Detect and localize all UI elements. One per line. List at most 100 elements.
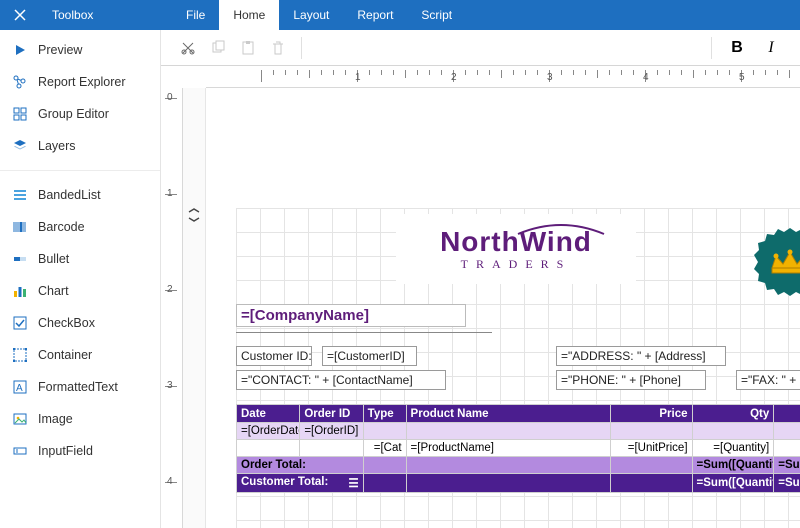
- tool-chart[interactable]: Chart: [0, 275, 160, 307]
- address-field[interactable]: ="ADDRESS: " + [Address]: [556, 346, 726, 366]
- cell[interactable]: [406, 474, 610, 493]
- logo[interactable]: NorthWind TRADERS: [396, 214, 636, 284]
- titlebar: Toolbox File Home Layout Report Script: [0, 0, 800, 30]
- tool-inputfield[interactable]: InputField: [0, 435, 160, 467]
- cell[interactable]: =[ProductName]: [406, 440, 610, 457]
- band-gutter: [183, 88, 206, 528]
- col-date[interactable]: Date: [237, 405, 300, 423]
- copy-button[interactable]: [209, 39, 227, 57]
- tool-barcode[interactable]: Barcode: [0, 211, 160, 243]
- sidebar-item-label: Image: [38, 412, 73, 426]
- sidebar-item-label: Bullet: [38, 252, 69, 266]
- col-type[interactable]: Type: [363, 405, 406, 423]
- sidebar-item-report-explorer[interactable]: Report Explorer: [0, 66, 160, 98]
- close-button[interactable]: [0, 0, 40, 30]
- cell[interactable]: [237, 440, 300, 457]
- tool-checkbox[interactable]: CheckBox: [0, 307, 160, 339]
- menu-home[interactable]: Home: [219, 0, 279, 30]
- cell[interactable]: =[Quantity]: [692, 440, 774, 457]
- company-name-field[interactable]: =[CompanyName]: [236, 304, 466, 327]
- cell[interactable]: =[Cat: [363, 440, 406, 457]
- logo-text: NorthWind: [440, 226, 592, 259]
- seal-badge[interactable]: [754, 226, 800, 298]
- paste-button[interactable]: [239, 39, 257, 57]
- cell[interactable]: Customer Total: ☰: [237, 474, 364, 493]
- cell[interactable]: =Sum([Total]): [774, 457, 800, 474]
- cell[interactable]: [363, 457, 406, 474]
- cell[interactable]: [363, 423, 406, 440]
- ruler-vertical[interactable]: 01234: [161, 88, 183, 528]
- customer-id-label[interactable]: Customer ID:: [236, 346, 312, 366]
- tool-bullet[interactable]: Bullet: [0, 243, 160, 275]
- cell[interactable]: [774, 423, 800, 440]
- cell[interactable]: [692, 423, 774, 440]
- sidebar-item-label: Chart: [38, 284, 69, 298]
- cell[interactable]: =[OrderDate]: [237, 423, 300, 440]
- tool-image[interactable]: Image: [0, 403, 160, 435]
- cell[interactable]: Order Total:: [237, 457, 364, 474]
- sidebar-item-label: Preview: [38, 43, 82, 57]
- detail-row[interactable]: =[Cat =[ProductName] =[UnitPrice] =[Quan…: [237, 440, 800, 457]
- title-text: Toolbox: [52, 8, 172, 22]
- col-price[interactable]: Price: [610, 405, 692, 423]
- svg-text:A: A: [16, 383, 23, 394]
- ruler-horizontal[interactable]: 12345: [206, 66, 800, 88]
- sidebar-divider: [0, 170, 160, 171]
- customer-total-label: Customer Total:: [241, 476, 328, 488]
- col-product[interactable]: Product Name: [406, 405, 610, 423]
- band-handle[interactable]: [186, 208, 202, 222]
- cell[interactable]: [406, 457, 610, 474]
- sidebar-item-group-editor[interactable]: Group Editor: [0, 98, 160, 130]
- checkbox-icon: [12, 315, 28, 331]
- italic-button[interactable]: I: [760, 39, 782, 57]
- col-orderid[interactable]: Order ID: [300, 405, 363, 423]
- chart-icon: [12, 283, 28, 299]
- bold-button[interactable]: B: [726, 39, 748, 57]
- detail-table[interactable]: Date Order ID Type Product Name Price Qt…: [236, 404, 800, 493]
- logo-subtext: TRADERS: [461, 257, 572, 272]
- customer-total-row[interactable]: Customer Total: ☰ =Sum([Quantity]) =Sum(…: [237, 474, 800, 493]
- cell[interactable]: [363, 474, 406, 493]
- order-total-row[interactable]: Order Total: =Sum([Quantity]) =Sum([Tota…: [237, 457, 800, 474]
- cell[interactable]: [300, 440, 363, 457]
- menu-report[interactable]: Report: [343, 0, 407, 30]
- design-canvas[interactable]: NorthWind TRADERS: [206, 88, 800, 528]
- menu-bar: File Home Layout Report Script: [172, 0, 466, 30]
- cell[interactable]: [610, 423, 692, 440]
- menu-file[interactable]: File: [172, 0, 219, 30]
- sidebar-item-label: Layers: [38, 139, 76, 153]
- cut-button[interactable]: [179, 39, 197, 57]
- phone-field[interactable]: ="PHONE: " + [Phone]: [556, 370, 706, 390]
- sidebar-item-layers[interactable]: Layers: [0, 130, 160, 162]
- fax-field[interactable]: ="FAX: " + [Fax]: [736, 370, 800, 390]
- cell[interactable]: [610, 457, 692, 474]
- contact-field[interactable]: ="CONTACT: " + [ContactName]: [236, 370, 446, 390]
- underline: [236, 332, 492, 333]
- col-qty[interactable]: Qty: [692, 405, 774, 423]
- cell[interactable]: =Sum([Quantity]): [692, 474, 774, 493]
- group-icon: [12, 106, 28, 122]
- tool-formattedtext[interactable]: A FormattedText: [0, 371, 160, 403]
- cell[interactable]: =[UnitPrice]: [610, 440, 692, 457]
- cell[interactable]: =[Total]: [774, 440, 800, 457]
- col-total[interactable]: Total: [774, 405, 800, 423]
- formattedtext-icon: A: [12, 379, 28, 395]
- menu-layout[interactable]: Layout: [279, 0, 343, 30]
- tool-bandedlist[interactable]: BandedList: [0, 179, 160, 211]
- cell[interactable]: [610, 474, 692, 493]
- sidebar-item-preview[interactable]: Preview: [0, 34, 160, 66]
- close-icon: [14, 9, 26, 21]
- cell[interactable]: =Sum([Total]): [774, 474, 800, 493]
- tool-container[interactable]: Container: [0, 339, 160, 371]
- group-header-row[interactable]: =[OrderDate] =[OrderID]: [237, 423, 800, 440]
- table-header-row[interactable]: Date Order ID Type Product Name Price Qt…: [237, 405, 800, 423]
- cell[interactable]: =Sum([Quantity]): [692, 457, 774, 474]
- sidebar-item-label: Container: [38, 348, 92, 362]
- sidebar-item-label: Barcode: [38, 220, 85, 234]
- ribbon-sep: [711, 37, 712, 59]
- customer-id-field[interactable]: =[CustomerID]: [322, 346, 417, 366]
- cell[interactable]: [406, 423, 610, 440]
- cell[interactable]: =[OrderID]: [300, 423, 363, 440]
- delete-button[interactable]: [269, 39, 287, 57]
- menu-script[interactable]: Script: [407, 0, 466, 30]
